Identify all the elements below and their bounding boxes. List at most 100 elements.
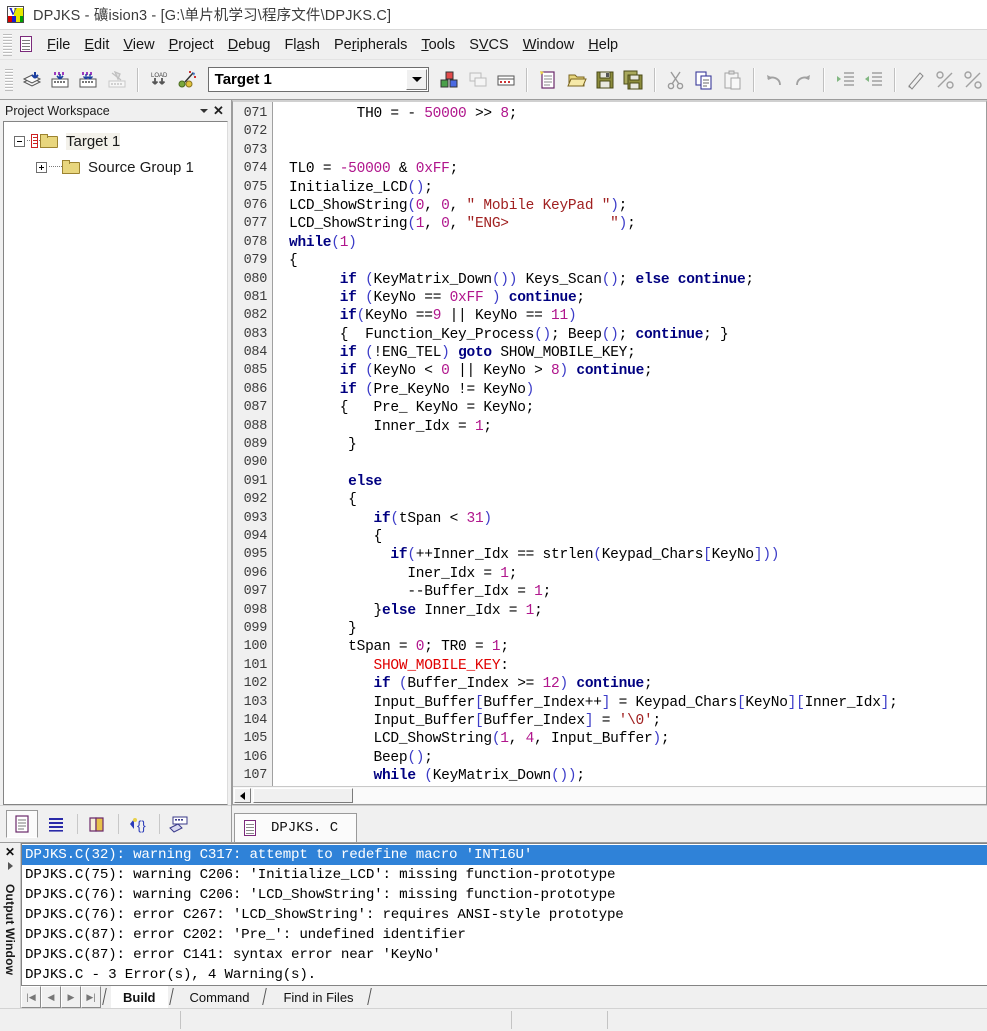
tab-find-in-files[interactable]: Find in Files [271, 986, 365, 1008]
code-line[interactable]: if (Buffer_Index >= 12) continue; [289, 675, 986, 693]
fold-marker[interactable] [273, 565, 289, 583]
new-file-icon[interactable] [535, 66, 561, 94]
tree-item-source-group[interactable]: Source Group 1 [4, 154, 227, 180]
last-tab-icon[interactable]: ▶| [81, 986, 101, 1008]
chevron-down-icon[interactable] [196, 103, 211, 118]
code-line[interactable]: --Buffer_Idx = 1; [289, 583, 986, 601]
output-line[interactable]: DPJKS.C(87): error C141: syntax error ne… [22, 945, 987, 965]
fold-marker[interactable] [273, 583, 289, 601]
fold-marker[interactable] [273, 105, 289, 123]
output-line[interactable]: DPJKS.C(76): warning C206: 'LCD_ShowStri… [22, 885, 987, 905]
output-line[interactable]: DPJKS.C(75): warning C206: 'Initialize_L… [22, 865, 987, 885]
open-file-icon[interactable] [564, 66, 590, 94]
fold-marker[interactable] [273, 546, 289, 564]
code-line[interactable]: Input_Buffer[Buffer_Index] = '\0'; [289, 712, 986, 730]
menu-flash[interactable]: Flash [277, 34, 327, 56]
copy-icon[interactable] [691, 66, 717, 94]
output-line[interactable]: DPJKS.C(32): warning C317: attempt to re… [22, 845, 987, 865]
code-line[interactable]: LCD_ShowString(0, 0, " Mobile KeyPad "); [289, 197, 986, 215]
code-line[interactable]: LCD_ShowString(1, 0, "ENG> "); [289, 215, 986, 233]
arrow-left-icon[interactable] [234, 788, 251, 803]
fold-marker[interactable] [273, 620, 289, 638]
code-line[interactable]: if(tSpan < 31) [289, 510, 986, 528]
close-icon[interactable]: ✕ [5, 846, 15, 859]
code-line[interactable]: { Function_Key_Process(); Beep(); contin… [289, 326, 986, 344]
code-line[interactable]: Iner_Idx = 1; [289, 565, 986, 583]
prev-tab-icon[interactable]: ◀ [41, 986, 61, 1008]
menu-project[interactable]: Project [162, 34, 221, 56]
next-tab-icon[interactable]: ▶ [61, 986, 81, 1008]
menu-file[interactable]: File [40, 34, 77, 56]
code-line[interactable]: } [289, 620, 986, 638]
fold-marker[interactable] [273, 454, 289, 472]
menu-debug[interactable]: Debug [221, 34, 278, 56]
code-line[interactable]: { [289, 491, 986, 509]
code-line[interactable]: TH0 = - 50000 >> 8; [289, 105, 986, 123]
output-line[interactable]: DPJKS.C - 3 Error(s), 4 Warning(s). [22, 965, 987, 985]
menu-tools[interactable]: Tools [414, 34, 462, 56]
fold-marker[interactable] [273, 197, 289, 215]
hscroll-thumb[interactable] [253, 788, 353, 803]
tree-expander-minus-icon[interactable] [14, 135, 25, 147]
tab-build[interactable]: Build [111, 986, 168, 1008]
code-text[interactable]: TH0 = - 50000 >> 8; TL0 = -50000 & 0xFF;… [289, 102, 986, 786]
fold-marker[interactable] [273, 528, 289, 546]
code-line[interactable] [289, 123, 986, 141]
code-line[interactable]: if (KeyNo < 0 || KeyNo > 8) continue; [289, 362, 986, 380]
save-all-icon[interactable] [620, 66, 646, 94]
hscroll-track[interactable] [353, 788, 986, 803]
code-line[interactable] [289, 454, 986, 472]
fold-marker[interactable] [273, 418, 289, 436]
fold-marker[interactable] [273, 160, 289, 178]
close-icon[interactable]: ✕ [211, 103, 226, 118]
code-line[interactable]: if(KeyNo ==9 || KeyNo == 11) [289, 307, 986, 325]
code-line[interactable]: { Pre_ KeyNo = KeyNo; [289, 399, 986, 417]
fold-marker[interactable] [273, 712, 289, 730]
fold-marker[interactable] [273, 362, 289, 380]
templates-tab[interactable] [163, 810, 195, 838]
fold-marker[interactable] [273, 767, 289, 785]
code-line[interactable]: if (KeyMatrix_Down()) Keys_Scan(); else … [289, 271, 986, 289]
fold-marker[interactable] [273, 638, 289, 656]
fold-marker[interactable] [273, 657, 289, 675]
code-line[interactable]: } [289, 436, 986, 454]
target-select[interactable]: Target 1 [207, 67, 430, 92]
batch-build-icon[interactable] [493, 66, 519, 94]
fold-marker[interactable] [273, 307, 289, 325]
fold-marker[interactable] [273, 399, 289, 417]
code-line[interactable] [289, 142, 986, 160]
arrow-right-icon[interactable] [7, 862, 13, 870]
tab-command[interactable]: Command [178, 986, 262, 1008]
code-line[interactable]: while(1) [289, 234, 986, 252]
fold-marker[interactable] [273, 749, 289, 767]
code-line[interactable]: else [289, 473, 986, 491]
menubar-grip[interactable] [3, 33, 12, 56]
editor-horizontal-scrollbar[interactable] [233, 786, 986, 804]
code-line[interactable]: { [289, 528, 986, 546]
translate-icon[interactable] [18, 66, 44, 94]
output-line[interactable]: DPJKS.C(87): error C202: 'Pre_': undefin… [22, 925, 987, 945]
menu-help[interactable]: Help [581, 34, 625, 56]
code-line[interactable]: Initialize_LCD(); [289, 179, 986, 197]
fold-marker[interactable] [273, 234, 289, 252]
menu-window[interactable]: Window [516, 34, 582, 56]
code-line[interactable]: Input_Buffer[Buffer_Index++] = Keypad_Ch… [289, 694, 986, 712]
functions-tab[interactable]: {} [122, 810, 154, 838]
code-line[interactable]: }else Inner_Idx = 1; [289, 602, 986, 620]
registers-tab[interactable] [40, 810, 72, 838]
target-options-icon[interactable] [174, 66, 200, 94]
rebuild-all-icon[interactable] [75, 66, 101, 94]
fold-marker[interactable] [273, 344, 289, 362]
fold-marker[interactable] [273, 694, 289, 712]
save-icon[interactable] [592, 66, 618, 94]
manage-components-icon[interactable] [436, 66, 462, 94]
code-line[interactable]: { [289, 252, 986, 270]
menu-svcs[interactable]: SVCS [462, 34, 516, 56]
fold-marker[interactable] [273, 215, 289, 233]
file-tab-dpjks-c[interactable]: DPJKS. C [234, 813, 358, 842]
first-tab-icon[interactable]: |◀ [21, 986, 41, 1008]
code-line[interactable]: if(++Inner_Idx == strlen(Keypad_Chars[Ke… [289, 546, 986, 564]
toolbar-grip[interactable] [5, 68, 14, 91]
code-fold-column[interactable] [273, 102, 289, 786]
fold-marker[interactable] [273, 289, 289, 307]
